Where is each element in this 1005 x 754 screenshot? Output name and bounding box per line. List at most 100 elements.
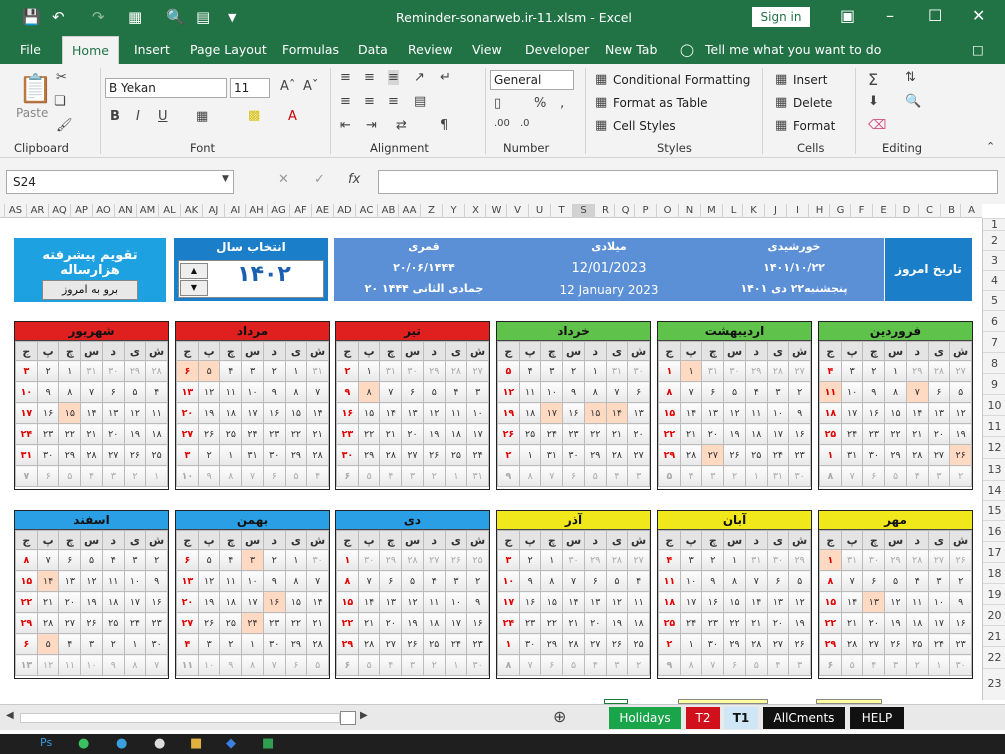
day-cell[interactable]: ۲۵ (744, 444, 768, 466)
day-cell[interactable]: ۲۶ (949, 444, 972, 466)
day-cell[interactable]: ۱۲ (884, 591, 907, 613)
day-cell[interactable]: ۲۴ (444, 633, 468, 655)
day-cell[interactable]: ۲ (497, 444, 520, 466)
insert-function-icon[interactable]: fx (348, 172, 360, 187)
day-cell[interactable]: ۲۵ (905, 633, 929, 655)
day-cell[interactable]: ۱۶ (949, 612, 972, 634)
day-cell[interactable]: ۱ (219, 444, 243, 466)
day-cell[interactable]: ۷ (36, 549, 60, 571)
day-cell[interactable]: ۲۳ (518, 612, 542, 634)
borders-icon[interactable]: ▦ (196, 109, 208, 124)
day-cell[interactable]: ۱ (927, 654, 951, 676)
day-cell[interactable]: ۳۰ (262, 633, 286, 655)
day-cell[interactable]: ۶ (176, 360, 199, 382)
undo-icon[interactable]: ↶ (52, 8, 65, 26)
day-cell[interactable]: ۳۰ (262, 444, 286, 466)
column-header[interactable]: U (528, 204, 550, 218)
formula-input[interactable] (378, 170, 998, 194)
delete-cells-icon[interactable]: ▦ (775, 95, 787, 110)
redo-icon[interactable]: ↷ (92, 8, 105, 26)
paste-icon[interactable]: 📋 (18, 72, 53, 105)
day-cell[interactable]: ۴ (58, 633, 82, 655)
day-cell[interactable]: ۴ (219, 549, 243, 571)
column-header[interactable]: AS (4, 204, 26, 218)
day-cell[interactable]: ۷ (701, 654, 725, 676)
column-header[interactable]: AL (158, 204, 180, 218)
day-cell[interactable]: ۵ (197, 360, 221, 382)
day-cell[interactable]: ۵ (58, 465, 82, 487)
day-cell[interactable]: ۲۹ (723, 633, 746, 655)
day-cell[interactable]: ۷ (840, 465, 864, 487)
day-cell[interactable]: ۱ (145, 465, 168, 487)
column-header[interactable]: A (960, 204, 982, 218)
column-header[interactable]: I (786, 204, 808, 218)
day-cell[interactable]: ۱۳ (627, 402, 650, 424)
day-cell[interactable]: ۲۴ (241, 423, 264, 445)
day-cell[interactable]: ۹ (949, 591, 972, 613)
day-cell[interactable]: ۲۴ (466, 444, 489, 466)
orientation-icon[interactable]: ↗ (414, 70, 425, 85)
day-cell[interactable]: ۲۹ (583, 444, 607, 466)
day-cell[interactable]: ۷ (262, 654, 286, 676)
day-cell[interactable]: ۲۹ (658, 444, 681, 466)
day-cell[interactable]: ۲۶ (884, 633, 907, 655)
day-cell[interactable]: ۷ (15, 465, 38, 487)
day-cell[interactable]: ۳۰ (766, 549, 790, 571)
day-cell[interactable]: ۵ (80, 549, 103, 571)
format-as-table-button[interactable]: Format as Table (613, 96, 708, 110)
day-cell[interactable]: ۲۶ (80, 612, 103, 634)
day-cell[interactable]: ۱ (744, 465, 768, 487)
day-cell[interactable]: ۶ (766, 570, 790, 592)
column-header[interactable]: M (700, 204, 722, 218)
day-cell[interactable]: ۱۰ (123, 570, 147, 592)
row-header[interactable]: 2 (983, 230, 1005, 250)
day-cell[interactable]: ۳۰ (466, 654, 489, 676)
day-cell[interactable]: ۲۱ (905, 423, 929, 445)
day-cell[interactable]: ۲۴ (679, 612, 703, 634)
day-cell[interactable]: ۲۸ (744, 633, 768, 655)
column-header[interactable]: N (678, 204, 700, 218)
day-cell[interactable]: ۲۶ (401, 633, 424, 655)
column-header[interactable]: AP (70, 204, 92, 218)
sheet-tab-t2[interactable]: T2 (686, 707, 720, 729)
name-box[interactable]: S24 (6, 170, 234, 194)
day-cell[interactable]: ۲۲ (336, 612, 359, 634)
day-cell[interactable]: ۱ (658, 360, 681, 382)
day-cell[interactable]: ۳ (679, 549, 703, 571)
day-cell[interactable]: ۱۵ (583, 402, 607, 424)
day-cell[interactable]: ۴ (658, 549, 681, 571)
day-cell[interactable]: ۲ (518, 549, 542, 571)
day-cell[interactable]: ۳ (788, 654, 811, 676)
day-cell[interactable]: ۳ (176, 444, 199, 466)
day-cell[interactable]: ۴ (379, 465, 403, 487)
day-cell[interactable]: ۱۹ (605, 612, 629, 634)
day-cell[interactable]: ۸ (819, 570, 842, 592)
increase-decimal-icon[interactable]: .00 (494, 118, 510, 129)
day-cell[interactable]: ۲ (36, 360, 60, 382)
day-cell[interactable]: ۱۷ (497, 591, 520, 613)
day-cell[interactable]: ۵ (884, 570, 907, 592)
day-cell[interactable]: ۳۱ (840, 549, 864, 571)
day-cell[interactable]: ۷ (241, 465, 264, 487)
day-cell[interactable]: ۱۴ (840, 591, 864, 613)
day-cell[interactable]: ۱۹ (123, 423, 147, 445)
day-cell[interactable]: ۷ (679, 381, 703, 403)
day-cell[interactable]: ۳ (123, 549, 147, 571)
day-cell[interactable]: ۲ (905, 654, 929, 676)
day-cell[interactable]: ۱۶ (862, 402, 886, 424)
format-cells-button[interactable]: Format (793, 119, 835, 133)
day-cell[interactable]: ۱۹ (497, 402, 520, 424)
day-cell[interactable]: ۱۴ (905, 402, 929, 424)
day-cell[interactable]: ۳۰ (401, 360, 424, 382)
day-cell[interactable]: ۱۲ (497, 381, 520, 403)
column-header[interactable]: AO (92, 204, 114, 218)
day-cell[interactable]: ۲۵ (145, 444, 168, 466)
day-cell[interactable]: ۸ (497, 654, 520, 676)
day-cell[interactable]: ۳ (840, 360, 864, 382)
day-cell[interactable]: ۸ (723, 570, 746, 592)
day-cell[interactable]: ۱۱ (444, 402, 468, 424)
day-cell[interactable]: ۲۵ (658, 612, 681, 634)
day-cell[interactable]: ۳۱ (80, 360, 103, 382)
day-cell[interactable]: ۱۵ (15, 570, 38, 592)
day-cell[interactable]: ۲۷ (422, 549, 446, 571)
